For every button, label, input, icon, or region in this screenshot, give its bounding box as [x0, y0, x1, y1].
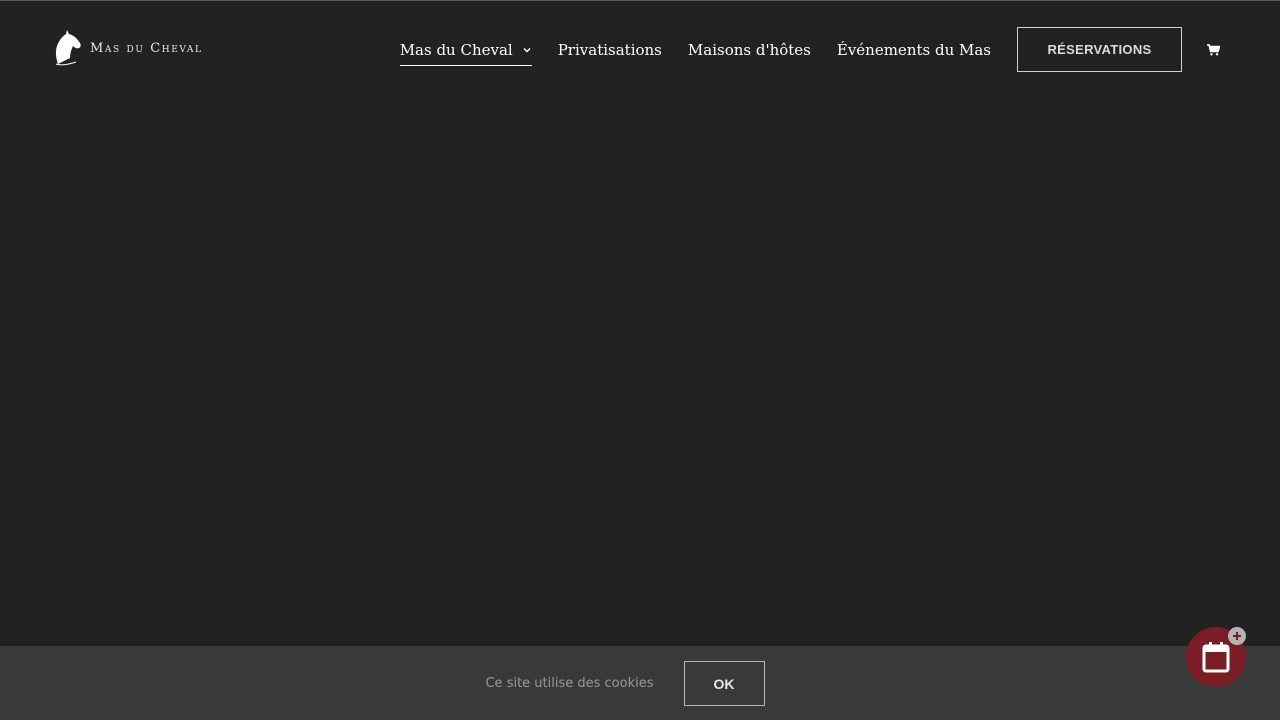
- nav-item-label: Privatisations: [557, 40, 662, 59]
- horse-head-icon: [55, 30, 81, 66]
- nav-item-label: Mas du Cheval: [399, 40, 513, 59]
- site-logo-link[interactable]: Mas du Cheval: [54, 30, 203, 66]
- nav-item-evenements-du-mas[interactable]: Événements du Mas: [837, 27, 991, 72]
- cookie-banner: Ce site utilise des cookies OK: [0, 646, 1280, 720]
- nav-item-label: Événements du Mas: [836, 40, 991, 59]
- site-logo-text: Mas du Cheval: [90, 40, 203, 56]
- cookie-message: Ce site utilise des cookies: [485, 676, 654, 691]
- calendar-icon: [1202, 642, 1230, 673]
- site-header: Mas du Cheval Mas du Cheval Privatisatio…: [0, 1, 1280, 97]
- cart-link[interactable]: [1206, 43, 1220, 57]
- shopping-cart-icon: [1206, 43, 1220, 55]
- cookie-ok-button[interactable]: OK: [683, 661, 765, 706]
- page: Mas du Cheval Mas du Cheval Privatisatio…: [0, 0, 1280, 720]
- nav-item-privatisations[interactable]: Privatisations: [558, 27, 662, 72]
- plus-icon: [1233, 632, 1241, 640]
- nav-item-maisons-d-hotes[interactable]: Maisons d'hôtes: [688, 27, 811, 72]
- nav-item-label: Maisons d'hôtes: [687, 40, 811, 59]
- booking-widget-badge[interactable]: [1228, 627, 1246, 645]
- main-nav: Mas du Cheval Privatisations Maisons d'h…: [399, 27, 1220, 72]
- chevron-down-icon: [523, 47, 531, 52]
- nav-item-mas-du-cheval[interactable]: Mas du Cheval: [399, 27, 532, 72]
- reservations-button[interactable]: RÉSERVATIONS: [1017, 27, 1182, 72]
